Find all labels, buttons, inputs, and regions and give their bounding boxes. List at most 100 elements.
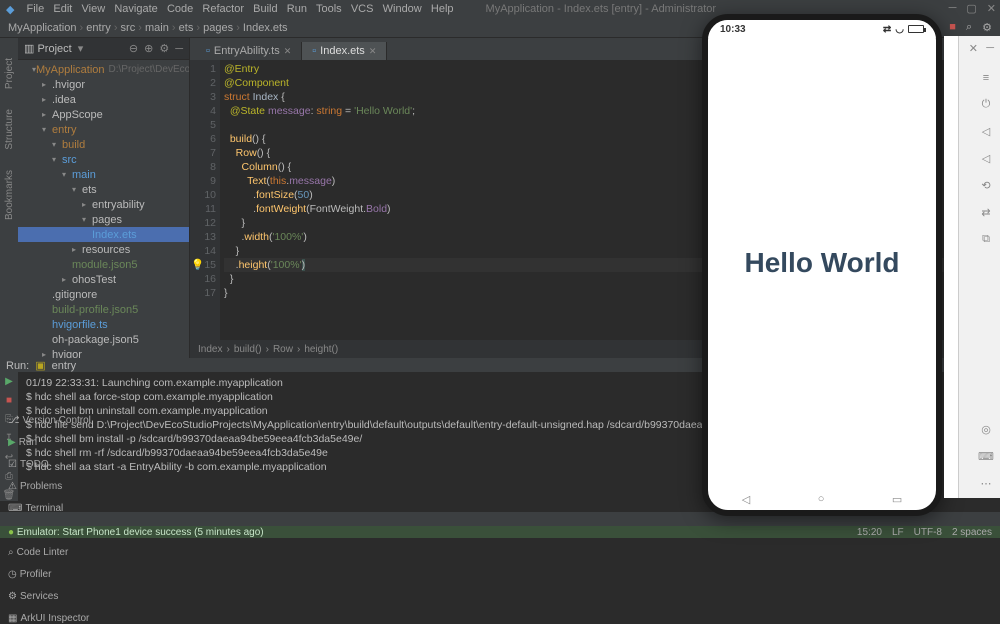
tree-item[interactable]: ▸resources xyxy=(18,242,189,257)
minimize-preview-icon[interactable]: ─ xyxy=(986,42,994,54)
rotate-icon[interactable]: ⟲ xyxy=(981,179,990,192)
volume-down-icon[interactable]: ◁ xyxy=(982,152,990,165)
tree-item[interactable]: ▸AppScope xyxy=(18,107,189,122)
editor-tab[interactable]: ▫EntryAbility.ts✕ xyxy=(196,42,302,60)
settings-icon[interactable]: ⚙ xyxy=(982,21,992,34)
status-profiler[interactable]: ◷Profiler xyxy=(8,569,91,580)
stop-run-icon[interactable]: ■ xyxy=(6,395,12,406)
battery-icon xyxy=(908,25,924,33)
menu-edit[interactable]: Edit xyxy=(53,3,72,15)
project-tool-button[interactable]: Project xyxy=(4,58,15,89)
code-crumb[interactable]: Row xyxy=(273,344,293,355)
refresh-icon[interactable]: ⇄ xyxy=(981,206,990,219)
status-indicator: 15:20 xyxy=(857,527,882,538)
menu-window[interactable]: Window xyxy=(383,3,422,15)
project-dropdown[interactable]: ▥ Project xyxy=(24,42,72,55)
menu-tools[interactable]: Tools xyxy=(316,3,342,15)
crumb[interactable]: Index.ets xyxy=(243,22,288,34)
minimize-icon[interactable]: ─ xyxy=(949,2,957,15)
menu-file[interactable]: File xyxy=(26,3,44,15)
status-terminal[interactable]: ⌨Terminal xyxy=(8,503,91,514)
tree-item[interactable]: module.json5 xyxy=(18,257,189,272)
tree-item[interactable]: ▾src xyxy=(18,152,189,167)
power-icon[interactable]: ⏻ xyxy=(982,98,991,111)
bookmarks-tool-button[interactable]: Bookmarks xyxy=(4,170,15,220)
menu-vcs[interactable]: VCS xyxy=(351,3,374,15)
search-icon[interactable]: ⌕ xyxy=(966,21,972,34)
status-indicator: UTF-8 xyxy=(914,527,942,538)
menu-build[interactable]: Build xyxy=(253,3,277,15)
crumb[interactable]: main xyxy=(145,22,169,34)
status-version-control[interactable]: ⎇Version Control xyxy=(8,415,91,426)
recent-icon[interactable]: ▭ xyxy=(892,493,902,506)
menu-code[interactable]: Code xyxy=(167,3,193,15)
device-preview: 10:33 ⇄ ◡ Hello World ◁ ○ ▭ xyxy=(702,14,942,516)
tree-item[interactable]: ▸hvigor xyxy=(18,347,189,358)
more-icon[interactable]: ⋯ xyxy=(981,477,992,490)
maximize-icon[interactable]: ▢ xyxy=(966,2,976,15)
tree-item[interactable]: hvigorfile.ts xyxy=(18,317,189,332)
crumb[interactable]: MyApplication xyxy=(8,22,76,34)
menu-run[interactable]: Run xyxy=(287,3,307,15)
tree-item[interactable]: ▸.hvigor xyxy=(18,77,189,92)
crumb[interactable]: ets xyxy=(179,22,194,34)
window-title: MyApplication - Index.ets [entry] - Admi… xyxy=(486,3,716,15)
tree-item[interactable]: ▾main xyxy=(18,167,189,182)
editor-tab[interactable]: ▫Index.ets✕ xyxy=(302,42,387,60)
gear-icon[interactable]: ⚙ xyxy=(159,42,169,55)
tree-item[interactable]: ▾pages xyxy=(18,212,189,227)
tree-item[interactable]: ▾MyApplicationD:\Project\DevEcoStudioPro… xyxy=(18,62,189,77)
status-services[interactable]: ⚙Services xyxy=(8,591,91,602)
menu-icon[interactable]: ≡ xyxy=(983,72,989,84)
crumb[interactable]: src xyxy=(121,22,136,34)
close-icon[interactable]: ✕ xyxy=(987,2,996,15)
back-icon[interactable]: ◁ xyxy=(742,493,750,506)
screenshot-icon[interactable]: ⧉ xyxy=(982,233,990,246)
crumb[interactable]: entry xyxy=(86,22,110,34)
tree-item[interactable]: ▸ohosTest xyxy=(18,272,189,287)
tab-close-icon[interactable]: ✕ xyxy=(284,46,292,57)
hide-icon[interactable]: ─ xyxy=(175,43,183,55)
app-icon: ◆ xyxy=(6,3,14,16)
status-problems[interactable]: ⚠Problems xyxy=(8,481,91,492)
menu-navigate[interactable]: Navigate xyxy=(114,3,157,15)
tree-item[interactable]: build-profile.json5 xyxy=(18,302,189,317)
tree-item[interactable]: ▸.idea xyxy=(18,92,189,107)
tree-item[interactable]: ▸entryability xyxy=(18,197,189,212)
right-gutter xyxy=(944,36,958,498)
status-run[interactable]: ▶Run xyxy=(8,437,91,448)
notification-bar: ● Emulator: Start Phone1 device success … xyxy=(0,526,1000,538)
rerun-icon[interactable]: ▶ xyxy=(5,376,13,387)
expand-icon[interactable]: ⊕ xyxy=(144,42,153,55)
hello-text: Hello World xyxy=(744,247,899,279)
keyboard-icon[interactable]: ⌨ xyxy=(978,450,994,463)
tree-item[interactable]: oh-package.json5 xyxy=(18,332,189,347)
phone-nav-bar: ◁ ○ ▭ xyxy=(708,488,936,510)
status-arkui-inspector[interactable]: ▦ArkUI Inspector xyxy=(8,613,91,624)
menu-view[interactable]: View xyxy=(82,3,106,15)
location-icon[interactable]: ◎ xyxy=(981,423,991,436)
tree-item[interactable]: .gitignore xyxy=(18,287,189,302)
tree-item[interactable]: ▾build xyxy=(18,137,189,152)
tree-item[interactable]: ▾ets xyxy=(18,182,189,197)
collapse-icon[interactable]: ⊖ xyxy=(129,42,138,55)
tab-close-icon[interactable]: ✕ xyxy=(369,46,377,57)
tree-item[interactable]: Index.ets xyxy=(18,227,189,242)
status-todo[interactable]: ☑TODO xyxy=(8,459,91,470)
stop-icon[interactable]: ■ xyxy=(949,21,956,34)
volume-up-icon[interactable]: ◁ xyxy=(982,125,990,138)
code-crumb[interactable]: build() xyxy=(234,344,262,355)
project-tree[interactable]: ▾MyApplicationD:\Project\DevEcoStudioPro… xyxy=(18,60,189,358)
run-tab[interactable]: entry xyxy=(52,360,76,372)
line-gutter[interactable]: 1234567891011121314💡151617 xyxy=(190,60,220,340)
crumb[interactable]: pages xyxy=(203,22,233,34)
menu-help[interactable]: Help xyxy=(431,3,454,15)
menu-refactor[interactable]: Refactor xyxy=(202,3,244,15)
home-icon[interactable]: ○ xyxy=(818,493,825,505)
code-crumb[interactable]: height() xyxy=(304,344,338,355)
tree-item[interactable]: ▾entry xyxy=(18,122,189,137)
structure-tool-button[interactable]: Structure xyxy=(4,109,15,150)
code-crumb[interactable]: Index xyxy=(198,344,222,355)
close-preview-icon[interactable]: ✕ xyxy=(969,42,978,55)
status-code-linter[interactable]: ⌕Code Linter xyxy=(8,547,91,558)
